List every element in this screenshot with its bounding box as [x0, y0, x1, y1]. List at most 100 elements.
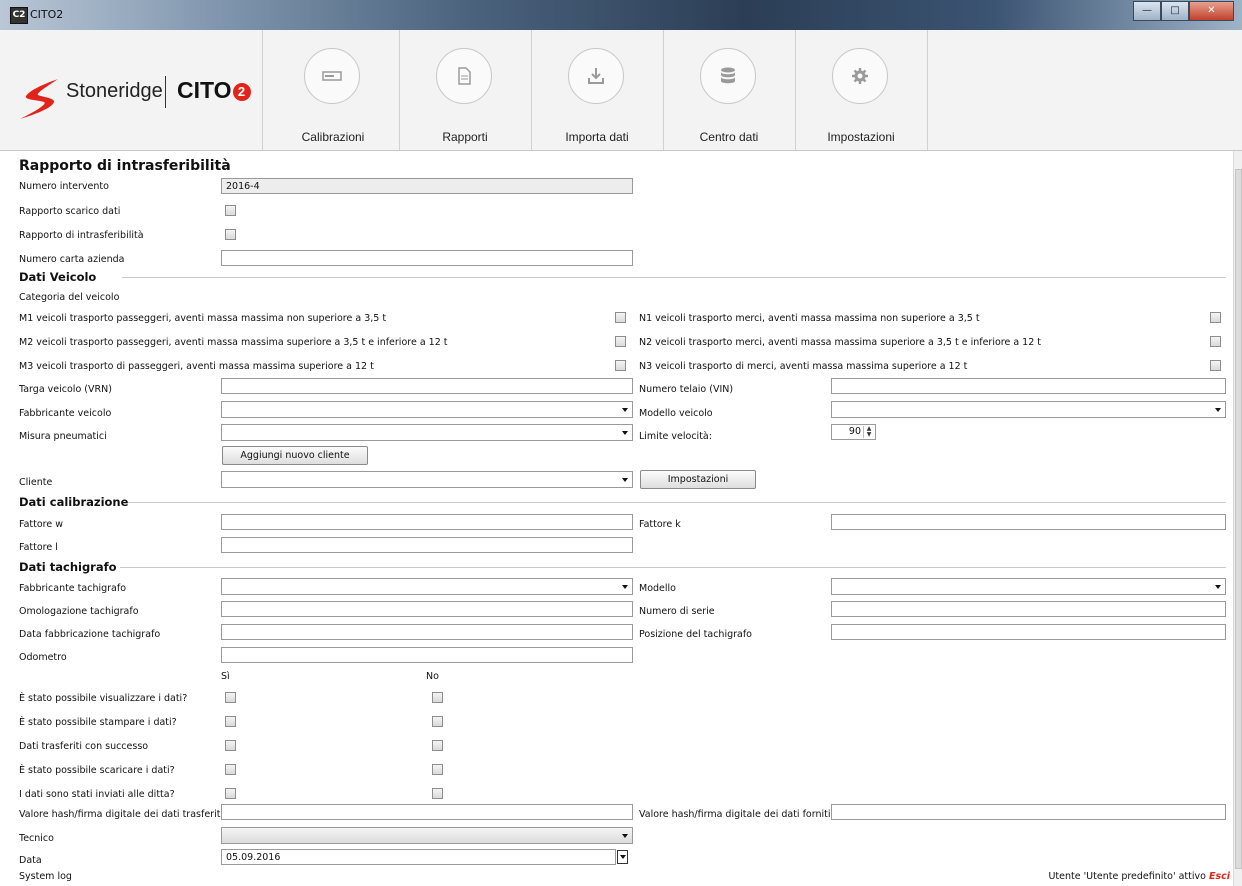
chevron-down-icon: [622, 834, 628, 838]
fabbricante-tachigrafo-select[interactable]: [221, 578, 633, 595]
chevron-down-icon: [622, 478, 628, 482]
fattore-w-field[interactable]: [221, 514, 633, 530]
cliente-select[interactable]: [221, 471, 633, 488]
trasferiti-no-checkbox[interactable]: [432, 740, 443, 751]
impostazioni-button[interactable]: Impostazioni: [640, 470, 756, 489]
gear-icon: [852, 68, 868, 84]
close-button[interactable]: ✕: [1189, 1, 1234, 21]
limite-velocita-label: Limite velocità:: [639, 431, 712, 442]
add-client-button[interactable]: Aggiungi nuovo cliente: [222, 446, 368, 465]
spin-arrows-icon[interactable]: ▲ ▼: [863, 426, 874, 438]
rapporto-scarico-label: Rapporto scarico dati: [19, 206, 121, 217]
question-label: È stato possibile visualizzare i dati?: [19, 693, 188, 704]
odometro-label: Odometro: [19, 652, 67, 663]
maximize-button[interactable]: □: [1161, 1, 1189, 21]
visualizzare-si-checkbox[interactable]: [225, 692, 236, 703]
rapporto-intrasferibilita-label: Rapporto di intrasferibilità: [19, 230, 144, 241]
hash-transferred-label: Valore hash/firma digitale dei dati tras…: [19, 809, 224, 820]
posizione-field[interactable]: [831, 624, 1226, 640]
vertical-scrollbar[interactable]: [1233, 151, 1242, 886]
scaricare-no-checkbox[interactable]: [432, 764, 443, 775]
minimize-button[interactable]: —: [1133, 1, 1161, 21]
nav-impostazioni[interactable]: Impostazioni: [795, 30, 928, 150]
fabbricante-tachigrafo-label: Fabbricante tachigrafo: [19, 583, 127, 594]
targa-label: Targa veicolo (VRN): [19, 384, 112, 395]
nav-rapporti[interactable]: Rapporti: [399, 30, 532, 150]
nav-circle: [568, 48, 624, 104]
question-label: I dati sono stati inviati alle ditta?: [19, 789, 175, 800]
system-log-link[interactable]: System log: [19, 871, 72, 882]
data-field[interactable]: 05.09.2016: [221, 849, 616, 865]
nav-circle: [304, 48, 360, 104]
numero-serie-label: Numero di serie: [639, 606, 715, 617]
telaio-field[interactable]: [831, 378, 1226, 394]
scaricare-si-checkbox[interactable]: [225, 764, 236, 775]
inviati-si-checkbox[interactable]: [225, 788, 236, 799]
scrollbar-thumb[interactable]: [1235, 169, 1242, 869]
fabbricante-veicolo-select[interactable]: [221, 401, 633, 418]
stoneridge-swoosh-icon: [20, 79, 58, 119]
fattore-l-field[interactable]: [221, 537, 633, 553]
m3-checkbox[interactable]: [615, 360, 626, 371]
rapporto-scarico-checkbox[interactable]: [225, 205, 236, 216]
m1-checkbox[interactable]: [615, 312, 626, 323]
chevron-down-icon: [1215, 408, 1221, 412]
status-bar: System log Utente 'Utente predefinito' a…: [0, 868, 1232, 886]
stampare-si-checkbox[interactable]: [225, 716, 236, 727]
m2-checkbox[interactable]: [615, 336, 626, 347]
chevron-down-icon: [622, 431, 628, 435]
nav-circle: [436, 48, 492, 104]
app-header: Stoneridge CITO 2 Calibrazioni Rapporti I…: [0, 30, 1242, 151]
product-text: CITO: [177, 77, 232, 103]
numero-intervento-label: Numero intervento: [19, 181, 109, 192]
nav-label: Importa dati: [565, 130, 629, 144]
data-fabbricazione-field[interactable]: [221, 624, 633, 640]
calendar-dropdown-button[interactable]: [617, 850, 628, 864]
trasferiti-si-checkbox[interactable]: [225, 740, 236, 751]
section-divider: [122, 277, 1226, 278]
omologazione-field[interactable]: [221, 601, 633, 617]
nav-label: Calibrazioni: [301, 130, 365, 144]
nav-centro-dati[interactable]: Centro dati: [663, 30, 796, 150]
numero-intervento-field[interactable]: 2016-4: [221, 178, 633, 194]
title-bar: C2 CITO2 — □ ✕: [0, 0, 1242, 30]
modello-tachigrafo-label: Modello: [639, 583, 676, 594]
data-fabbricazione-label: Data fabbricazione tachigrafo: [19, 629, 161, 640]
nav-label: Impostazioni: [827, 130, 895, 144]
categoria-label: Categoria del veicolo: [19, 292, 120, 303]
window-controls: — □ ✕: [1133, 1, 1234, 21]
numero-serie-field[interactable]: [831, 601, 1226, 617]
nav-circle: [832, 48, 888, 104]
section-divider: [128, 502, 1226, 503]
targa-field[interactable]: [221, 378, 633, 394]
modello-tachigrafo-select[interactable]: [831, 578, 1226, 595]
numero-carta-field[interactable]: [221, 250, 633, 266]
no-column-header: No: [426, 671, 439, 682]
pneumatici-label: Misura pneumatici: [19, 431, 107, 442]
page-title: Rapporto di intrasferibilità: [19, 158, 231, 174]
hash-provided-field[interactable]: [831, 804, 1226, 820]
odometro-field[interactable]: [221, 647, 633, 663]
numero-carta-label: Numero carta azienda: [19, 254, 125, 265]
hash-transferred-field[interactable]: [221, 804, 633, 820]
chevron-down-icon: [622, 408, 628, 412]
limite-velocita-spinbox[interactable]: 90 ▲ ▼: [831, 424, 876, 440]
pneumatici-select[interactable]: [221, 424, 633, 441]
modello-veicolo-select[interactable]: [831, 401, 1226, 418]
tecnico-select[interactable]: [221, 827, 633, 844]
visualizzare-no-checkbox[interactable]: [432, 692, 443, 703]
fattore-k-field[interactable]: [831, 514, 1226, 530]
n2-checkbox[interactable]: [1210, 336, 1221, 347]
inviati-no-checkbox[interactable]: [432, 788, 443, 799]
nav-importa-dati[interactable]: Importa dati: [531, 30, 664, 150]
user-status-text: Utente 'Utente predefinito' attivo: [1048, 871, 1206, 882]
product-number: 2: [232, 83, 251, 101]
rapporto-intrasferibilita-checkbox[interactable]: [225, 229, 236, 240]
n3-checkbox[interactable]: [1210, 360, 1221, 371]
nav-label: Centro dati: [699, 130, 759, 144]
n1-checkbox[interactable]: [1210, 312, 1221, 323]
stampare-no-checkbox[interactable]: [432, 716, 443, 727]
logout-link[interactable]: Esci: [1209, 871, 1230, 882]
nav-calibrazioni[interactable]: Calibrazioni: [267, 30, 400, 150]
card-icon: [322, 71, 342, 81]
